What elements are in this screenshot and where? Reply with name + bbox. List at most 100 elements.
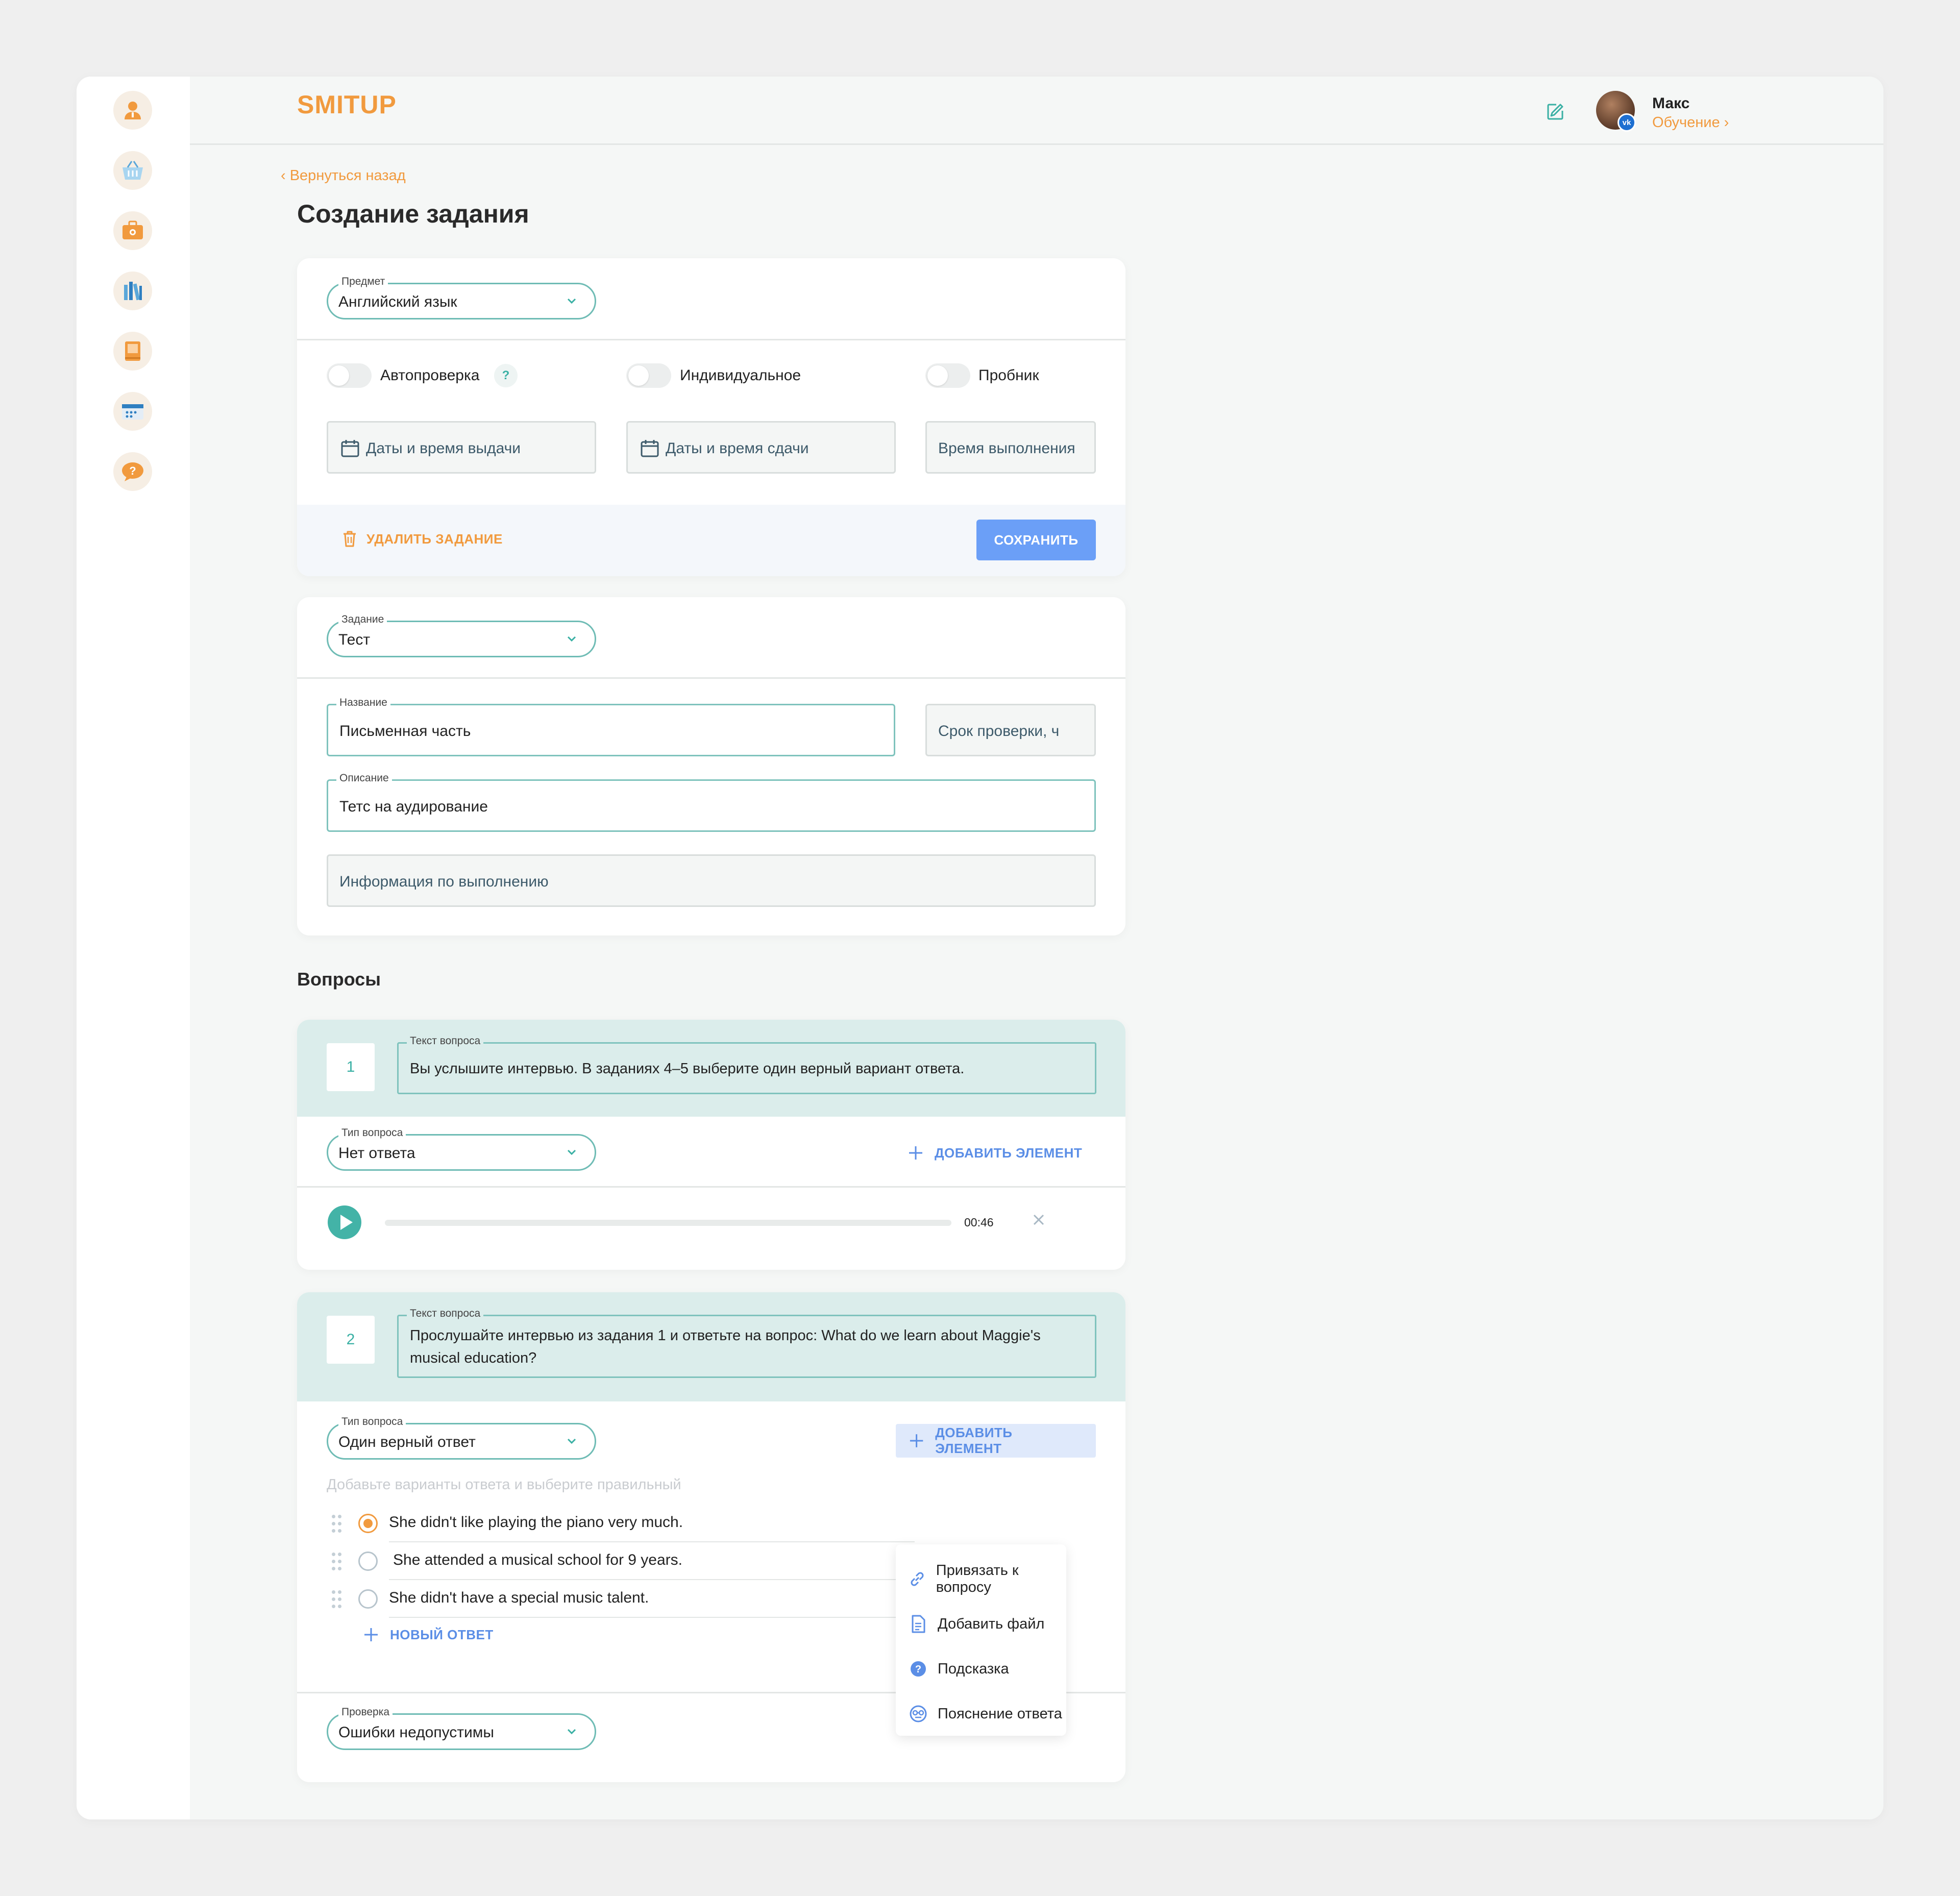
divider — [389, 1579, 915, 1580]
answer-radio[interactable] — [358, 1552, 378, 1571]
issue-dates-field[interactable]: Даты и время выдачи — [327, 421, 596, 474]
file-icon — [912, 1615, 925, 1633]
due-dates-placeholder: Даты и время сдачи — [666, 440, 809, 457]
settings-footer: УДАЛИТЬ ЗАДАНИЕ СОХРАНИТЬ — [297, 505, 1125, 576]
link-icon — [911, 1572, 924, 1586]
due-dates-field[interactable]: Даты и время сдачи — [626, 421, 896, 474]
answer-radio[interactable] — [358, 1589, 378, 1609]
hint-icon: ? — [911, 1661, 926, 1677]
answer-text[interactable]: She didn't like playing the piano very m… — [389, 1514, 683, 1531]
sidebar-item-schedule[interactable] — [113, 392, 152, 431]
vk-badge-icon: vk — [1618, 113, 1636, 132]
check-term-placeholder: Срок проверки, ч — [938, 723, 1060, 740]
back-link[interactable]: ‹ Вернуться назад — [281, 167, 406, 184]
menu-item-label: Подсказка — [938, 1660, 1009, 1677]
autocheck-toggle[interactable] — [327, 363, 372, 388]
sidebar-item-shop[interactable] — [113, 151, 152, 190]
task-type-label: Задание — [338, 613, 387, 626]
save-button[interactable]: СОХРАНИТЬ — [976, 520, 1096, 560]
question-text-label: Текст вопроса — [407, 1035, 484, 1047]
app-window: ? SMITUP vk Макс Обучение › ‹ Вернуться … — [77, 77, 1883, 1819]
new-answer-label: НОВЫЙ ОТВЕТ — [390, 1627, 494, 1642]
trial-toggle[interactable] — [925, 363, 970, 388]
question-type-select[interactable]: Тип вопроса Один верный ответ — [327, 1416, 596, 1460]
new-answer-button[interactable]: НОВЫЙ ОТВЕТ — [362, 1626, 494, 1643]
top-header: SMITUP vk Макс Обучение › — [190, 77, 1883, 145]
chevron-down-icon — [567, 1149, 576, 1155]
sidebar-item-portfolio[interactable] — [113, 211, 152, 250]
explanation-icon — [910, 1705, 927, 1722]
briefcase-icon — [122, 220, 143, 239]
task-name-value: Письменная часть — [339, 723, 471, 740]
plus-icon — [910, 1434, 923, 1447]
question-text-field[interactable]: Текст вопроса Прослушайте интервью из за… — [397, 1308, 1096, 1378]
question-number: 2 — [327, 1316, 375, 1364]
user-name[interactable]: Макс — [1652, 95, 1689, 112]
library-icon — [124, 282, 142, 301]
add-element-menu: Привязать к вопросу Добавить файл ? Подс… — [896, 1544, 1066, 1736]
divider — [389, 1617, 915, 1618]
question-type-value: Один верный ответ — [338, 1434, 476, 1450]
drag-handle-icon[interactable] — [332, 1515, 342, 1533]
calendar-icon — [641, 440, 659, 457]
subject-value: Английский язык — [338, 293, 457, 310]
task-type-select[interactable]: Задание Тест — [327, 613, 596, 657]
drag-handle-icon[interactable] — [332, 1553, 342, 1571]
chevron-down-icon — [567, 1729, 576, 1735]
plus-icon — [909, 1146, 922, 1160]
menu-item-add-file[interactable]: Добавить файл — [908, 1612, 1044, 1636]
task-name-field[interactable]: Название Письменная часть — [327, 697, 895, 756]
svg-text:?: ? — [915, 1664, 921, 1675]
plus-icon — [364, 1628, 378, 1641]
logo[interactable]: SMITUP — [297, 90, 397, 119]
delete-task-button[interactable]: УДАЛИТЬ ЗАДАНИЕ — [342, 530, 503, 548]
question-type-select[interactable]: Тип вопроса Нет ответа — [327, 1127, 596, 1171]
calendar-icon — [341, 440, 359, 457]
answer-text[interactable]: She didn't have a special music talent. — [389, 1589, 649, 1607]
add-element-label: ДОБАВИТЬ ЭЛЕМЕНТ — [935, 1145, 1083, 1161]
remove-audio-button[interactable] — [1031, 1211, 1046, 1232]
settings-card: Предмет Английский язык Автопроверка ? И… — [297, 258, 1125, 576]
divider — [297, 1186, 1125, 1188]
answers-hint: Добавьте варианты ответа и выберите прав… — [327, 1476, 681, 1493]
menu-item-link-question[interactable]: Привязать к вопросу — [908, 1562, 1066, 1595]
question-text: Вы услышите интервью. В заданиях 4–5 выб… — [410, 1061, 965, 1077]
question-type-label: Тип вопроса — [338, 1416, 406, 1428]
sidebar-item-profile[interactable] — [113, 91, 152, 130]
duration-field[interactable]: Время выполнения — [925, 421, 1096, 474]
add-element-label: ДОБАВИТЬ ЭЛЕМЕНТ — [935, 1425, 1013, 1456]
question-header: 2 Текст вопроса Прослушайте интервью из … — [297, 1292, 1125, 1401]
add-element-button[interactable]: ДОБАВИТЬ ЭЛЕМЕНТ — [907, 1141, 1082, 1165]
question-text-field[interactable]: Текст вопроса Вы услышите интервью. В за… — [397, 1035, 1096, 1094]
drag-handle-icon[interactable] — [332, 1590, 342, 1609]
description-field[interactable]: Описание Тетс на аудирование — [327, 772, 1096, 832]
autocheck-help-icon[interactable]: ? — [494, 364, 518, 387]
answer-option: She attended a musical school for 9 year… — [327, 1549, 939, 1580]
check-term-field[interactable]: Срок проверки, ч — [925, 704, 1096, 756]
add-element-button[interactable]: ДОБАВИТЬ ЭЛЕМЕНТ — [896, 1424, 1096, 1458]
edit-icon — [1547, 104, 1563, 120]
play-button[interactable] — [328, 1205, 361, 1239]
delete-task-label: УДАЛИТЬ ЗАДАНИЕ — [366, 531, 503, 547]
sidebar-item-library[interactable] — [113, 272, 152, 310]
description-label: Описание — [336, 772, 392, 784]
answer-radio[interactable] — [358, 1514, 378, 1533]
task-card: Задание Тест Название Письменная часть С… — [297, 597, 1125, 935]
individual-toggle[interactable] — [626, 363, 671, 388]
trial-label: Пробник — [978, 367, 1039, 384]
execution-info-field[interactable]: Информация по выполнению — [327, 854, 1096, 907]
edit-button[interactable] — [1544, 100, 1567, 124]
question-header: 1 Текст вопроса Вы услышите интервью. В … — [297, 1020, 1125, 1117]
divider — [297, 339, 1125, 340]
answer-text[interactable]: She attended a musical school for 9 year… — [393, 1552, 682, 1569]
audio-progress-track[interactable] — [385, 1220, 951, 1226]
sidebar-item-notebook[interactable] — [113, 332, 152, 371]
audio-duration: 00:46 — [964, 1216, 994, 1229]
sidebar-item-help[interactable]: ? — [113, 452, 152, 491]
user-role-link[interactable]: Обучение › — [1652, 114, 1729, 131]
menu-item-label: Пояснение ответа — [938, 1705, 1062, 1722]
subject-select[interactable]: Предмет Английский язык — [327, 276, 596, 319]
menu-item-explanation[interactable]: Пояснение ответа — [908, 1702, 1062, 1726]
check-mode-select[interactable]: Проверка Ошибки недопустимы — [327, 1706, 596, 1750]
menu-item-hint[interactable]: ? Подсказка — [908, 1657, 1009, 1681]
